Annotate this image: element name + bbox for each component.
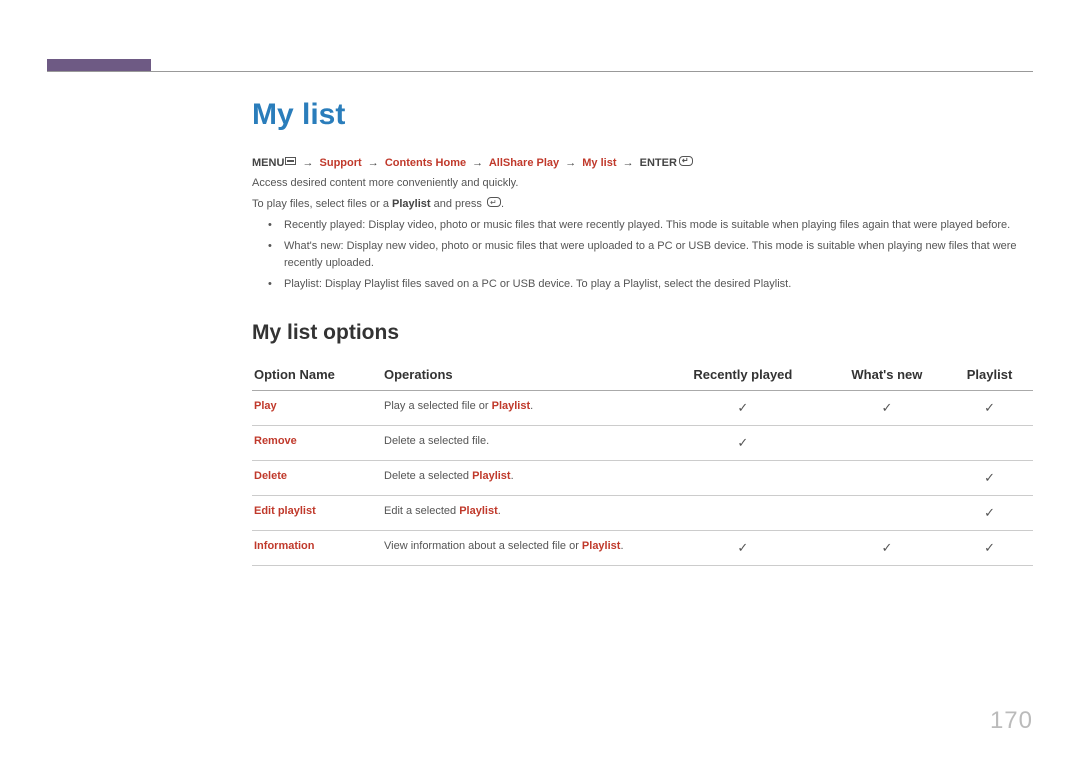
menu-icon <box>285 157 296 165</box>
page-number: 170 <box>990 707 1033 735</box>
col-option-name: Option Name <box>252 359 382 391</box>
feature-list: Recently played: Display video, photo or… <box>268 217 1033 293</box>
table-row: PlayPlay a selected file or Playlist.✓✓✓ <box>252 391 1033 426</box>
table-row: InformationView information about a sele… <box>252 531 1033 566</box>
page-content: My list MENU → Support → Contents Home →… <box>252 98 1033 566</box>
cell-playlist: ✓ <box>950 461 1033 496</box>
table-row: DeleteDelete a selected Playlist. ✓ <box>252 461 1033 496</box>
cell-playlist: ✓ <box>950 531 1033 566</box>
section-heading: My list options <box>252 321 1033 345</box>
breadcrumb: MENU → Support → Contents Home → AllShar… <box>252 156 1033 169</box>
cell-operations: Play a selected file or Playlist. <box>382 391 662 426</box>
options-table: Option Name Operations Recently played W… <box>252 359 1033 566</box>
top-rule <box>47 71 1033 72</box>
col-playlist: Playlist <box>950 359 1033 391</box>
cell-recently-played: ✓ <box>662 426 828 461</box>
cell-option-name: Delete <box>252 461 382 496</box>
list-item: What's new: Display new video, photo or … <box>268 238 1033 272</box>
intro-line-2: To play files, select files or a Playlis… <box>252 196 1033 213</box>
breadcrumb-item: Contents Home <box>385 157 466 169</box>
cell-recently-played: ✓ <box>662 391 828 426</box>
cell-operations: View information about a selected file o… <box>382 531 662 566</box>
page-title: My list <box>252 98 1033 132</box>
intro-line-1: Access desired content more conveniently… <box>252 175 1033 192</box>
list-item: Recently played: Display video, photo or… <box>268 217 1033 234</box>
table-row: RemoveDelete a selected file.✓ <box>252 426 1033 461</box>
breadcrumb-item: AllShare Play <box>489 157 559 169</box>
cell-whats-new: ✓ <box>828 531 950 566</box>
cell-option-name: Play <box>252 391 382 426</box>
col-operations: Operations <box>382 359 662 391</box>
breadcrumb-item: My list <box>582 157 616 169</box>
cell-recently-played: ✓ <box>662 531 828 566</box>
cell-whats-new <box>828 496 950 531</box>
enter-icon <box>487 197 501 207</box>
breadcrumb-item: Support <box>320 157 362 169</box>
cell-option-name: Information <box>252 531 382 566</box>
cell-option-name: Remove <box>252 426 382 461</box>
cell-operations: Delete a selected Playlist. <box>382 461 662 496</box>
cell-playlist: ✓ <box>950 496 1033 531</box>
cell-playlist: ✓ <box>950 391 1033 426</box>
chapter-tab <box>47 59 151 71</box>
breadcrumb-enter-label: ENTER <box>640 157 677 169</box>
cell-whats-new <box>828 426 950 461</box>
cell-whats-new: ✓ <box>828 391 950 426</box>
breadcrumb-menu-label: MENU <box>252 157 284 169</box>
col-whats-new: What's new <box>828 359 950 391</box>
cell-whats-new <box>828 461 950 496</box>
table-row: Edit playlistEdit a selected Playlist. ✓ <box>252 496 1033 531</box>
list-item: Playlist: Display Playlist files saved o… <box>268 276 1033 293</box>
cell-operations: Edit a selected Playlist. <box>382 496 662 531</box>
enter-icon <box>679 156 693 166</box>
cell-playlist <box>950 426 1033 461</box>
cell-recently-played <box>662 496 828 531</box>
cell-option-name: Edit playlist <box>252 496 382 531</box>
cell-recently-played <box>662 461 828 496</box>
cell-operations: Delete a selected file. <box>382 426 662 461</box>
col-recently-played: Recently played <box>662 359 828 391</box>
